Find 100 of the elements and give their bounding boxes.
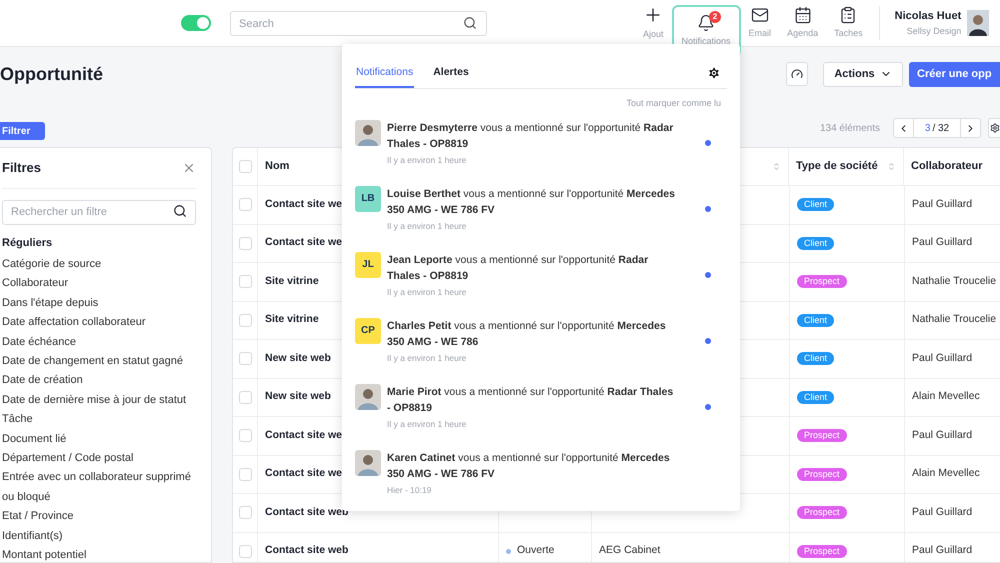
filter-item[interactable]: Document lié bbox=[2, 430, 196, 450]
notification-text: Pierre Desmyterre vous a mentionné sur l'opportunité Radar Thales - OP8819 bbox=[387, 120, 674, 152]
table-cell-text: Paul Guillard bbox=[912, 350, 972, 366]
notification-time: Il y a environ 1 heure bbox=[387, 154, 468, 166]
company-type-tag: Prospect bbox=[797, 506, 847, 520]
table-cell-text: Nathalie Troucelie bbox=[912, 274, 996, 289]
notification-time: Il y a environ 1 heure bbox=[387, 418, 468, 430]
table-cell-text: Site vitrine bbox=[265, 274, 319, 289]
section-heading: Réguliers bbox=[2, 236, 54, 251]
initials-avatar: CP bbox=[355, 318, 381, 344]
company-type-tag: Client bbox=[797, 198, 834, 212]
checkbox[interactable] bbox=[238, 506, 252, 520]
notification-text: Karen Catinet vous a mentionné sur l'opportunité Mercedes 350 AMG - WE 786 FV bbox=[387, 450, 671, 482]
bell-icon bbox=[697, 14, 716, 32]
tab[interactable]: Notifications bbox=[355, 59, 414, 88]
checkbox[interactable] bbox=[238, 314, 252, 327]
filter-item[interactable]: Entrée avec un collaborateur supprimé ou bloqué bbox=[2, 468, 196, 508]
settings-button[interactable] bbox=[988, 118, 1000, 138]
dashboard-button[interactable] bbox=[786, 62, 808, 86]
table-cell-text: Contact site we bbox=[265, 196, 342, 212]
toggle-switch[interactable] bbox=[181, 15, 211, 31]
notification-time: Il y a environ 1 heure bbox=[387, 220, 468, 232]
checkbox[interactable] bbox=[238, 468, 252, 481]
settings-icon[interactable] bbox=[707, 66, 721, 80]
table-cell-text: Nathalie Troucelie bbox=[912, 312, 996, 328]
notification-item[interactable]: JL Jean Leporte vous a mentionné sur l'opportunité Radar Thales - OP8819 Il y a environ 1 heure bbox=[355, 252, 727, 304]
checkbox[interactable] bbox=[238, 352, 252, 366]
column-header[interactable]: Type de société bbox=[796, 158, 878, 175]
close-icon[interactable] bbox=[182, 161, 196, 175]
filter-item[interactable]: Date de création bbox=[2, 371, 196, 391]
column-header[interactable]: Nom bbox=[265, 158, 290, 175]
search-field[interactable]: Search bbox=[230, 11, 487, 36]
notification-text: Charles Petit vous a mentionné sur l'opportunité Mercedes 350 AMG - WE 786 bbox=[387, 318, 667, 350]
filter-button[interactable]: Filtrer bbox=[0, 122, 45, 140]
filter-item[interactable]: Etat / Province bbox=[2, 507, 196, 527]
gauge-icon bbox=[791, 68, 803, 80]
notification-time: Il y a environ 1 heure bbox=[387, 286, 468, 298]
filter-search-field[interactable]: Rechercher un filtre bbox=[2, 200, 196, 224]
filters-title: Filtres bbox=[2, 159, 42, 178]
sort-icon[interactable] bbox=[772, 162, 781, 171]
table-cell-text: Contact site we bbox=[265, 235, 342, 250]
filter-item[interactable]: Collaborateur bbox=[2, 274, 196, 294]
checkbox[interactable] bbox=[238, 429, 252, 442]
create-button[interactable]: Créer une opp bbox=[909, 62, 1000, 86]
initials-avatar: LB bbox=[355, 186, 381, 212]
company-type-tag: Client bbox=[797, 390, 834, 404]
settings-icon bbox=[990, 123, 1000, 133]
filter-item[interactable]: Date de dernière mise à jour de statut bbox=[2, 390, 196, 410]
table-cell-text: Contact site we bbox=[265, 466, 342, 482]
filter-item[interactable]: Département / Code postal bbox=[2, 449, 196, 468]
page-indicator: 3 / 32 bbox=[924, 122, 950, 136]
notification-text: Marie Pirot vous a mentionné sur l'opportunité Radar Thales - OP8819 bbox=[387, 384, 674, 416]
search-icon bbox=[173, 204, 187, 218]
company-type-tag: Prospect bbox=[797, 544, 847, 558]
column-header[interactable]: Collaborateur bbox=[911, 158, 983, 175]
table-cell-text: Paul Guillard bbox=[912, 428, 972, 443]
checkbox[interactable] bbox=[238, 275, 252, 288]
company-name: Sellsy Design bbox=[906, 24, 962, 38]
filter-item[interactable]: Date de changement en statut gagné bbox=[2, 352, 196, 372]
company-type-tag: Prospect bbox=[797, 468, 847, 481]
search-icon bbox=[463, 16, 477, 30]
avatar-icon bbox=[355, 384, 381, 410]
table-cell-text: Alain Mevellec bbox=[912, 466, 980, 482]
item-count: 134 éléments bbox=[820, 122, 880, 136]
table-cell-text: Ouverte bbox=[517, 543, 554, 558]
notification-text: Louise Berthet vous a mentionné sur l'opportunité Mercedes 350 AMG - WE 786 FV bbox=[387, 186, 676, 218]
filter-item[interactable]: Montant potentiel bbox=[2, 546, 196, 563]
table-cell-text: New site web bbox=[265, 389, 331, 404]
notification-item[interactable]: Marie Pirot vous a mentionné sur l'opportunité Radar Thales - OP8819 Il y a environ 1 heure bbox=[355, 384, 727, 436]
sort-icon[interactable] bbox=[887, 162, 896, 171]
actions-button[interactable]: Actions bbox=[823, 62, 903, 86]
checkbox[interactable] bbox=[238, 236, 252, 250]
filter-item[interactable]: Identifiant(s) bbox=[2, 526, 196, 546]
notification-item[interactable]: CP Charles Petit vous a mentionné sur l'opportunité Mercedes 350 AMG - WE 786 Il y a environ 1 heure bbox=[355, 318, 727, 370]
filter-item[interactable]: Dans l'étape depuis bbox=[2, 294, 196, 314]
table-cell-text: Paul Guillard bbox=[912, 543, 972, 558]
table-cell-text: Paul Guillard bbox=[912, 504, 972, 520]
filter-item[interactable]: Catégorie de source bbox=[2, 255, 196, 274]
table-cell-text: Paul Guillard bbox=[912, 235, 972, 250]
initials-avatar: JL bbox=[355, 252, 381, 278]
company-type-tag: Prospect bbox=[797, 429, 847, 442]
checkbox[interactable] bbox=[238, 544, 252, 558]
company-type-tag: Prospect bbox=[797, 275, 847, 288]
checkbox[interactable] bbox=[238, 160, 252, 173]
clipboard-icon bbox=[839, 6, 858, 24]
filter-item[interactable]: Date échéance bbox=[2, 332, 196, 352]
table-cell-text: Paul Guillard bbox=[912, 196, 972, 212]
notification-item[interactable]: Karen Catinet vous a mentionné sur l'opportunité Mercedes 350 AMG - WE 786 FV Hier - 10:19 bbox=[355, 450, 727, 502]
company-type-tag: Client bbox=[797, 352, 834, 366]
checkbox[interactable] bbox=[238, 198, 252, 212]
checkbox[interactable] bbox=[238, 390, 252, 404]
filter-item[interactable]: Tâche bbox=[2, 410, 196, 430]
tab[interactable]: Alertes bbox=[432, 59, 470, 88]
notification-item[interactable]: LB Louise Berthet vous a mentionné sur l'opportunité Mercedes 350 AMG - WE 786 FV Il y a environ 1 heure bbox=[355, 186, 727, 238]
table-cell-text: Alain Mevellec bbox=[912, 389, 980, 404]
avatar-icon bbox=[355, 450, 381, 476]
filter-item[interactable]: Date affectation collaborateur bbox=[2, 313, 196, 333]
notification-item[interactable]: Pierre Desmyterre vous a mentionné sur l'opportunité Radar Thales - OP8819 Il y a environ 1 heure bbox=[355, 120, 727, 172]
notification-text: Jean Leporte vous a mentionné sur l'opportunité Radar Thales - OP8819 bbox=[387, 252, 650, 284]
avatar-icon bbox=[355, 120, 381, 146]
